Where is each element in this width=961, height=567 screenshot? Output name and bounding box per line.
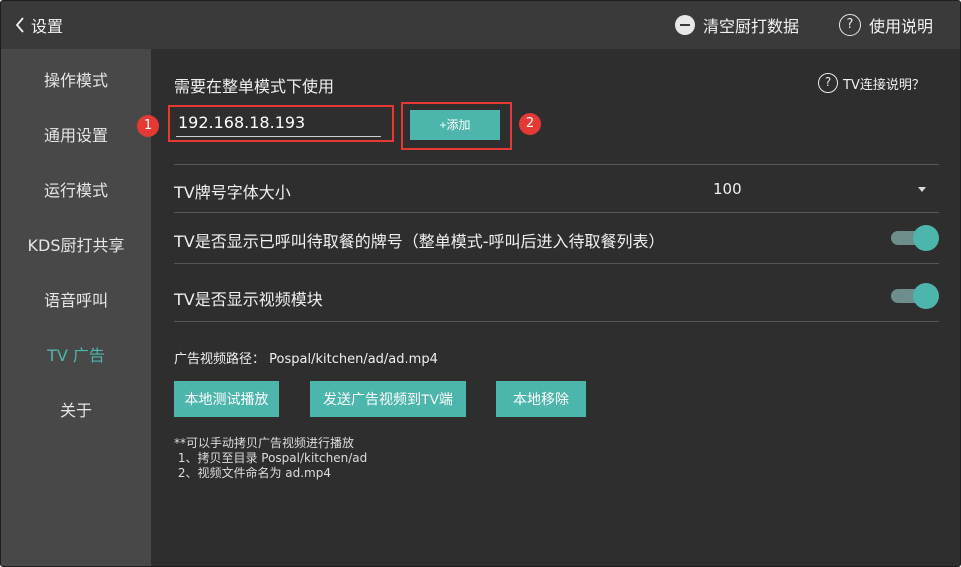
video-path-line: 广告视频路径： Pospal/kitchen/ad/ad.mp4	[174, 348, 438, 367]
sidebar-item-general-settings[interactable]: 通用设置	[1, 121, 151, 151]
show-video-label: TV是否显示视频模块	[174, 290, 323, 309]
main-content: 需要在整单模式下使用 ? TV连接说明？ 1 +添加 2 TV牌号字体大小 10…	[137, 49, 960, 566]
font-size-label: TV牌号字体大小	[174, 183, 291, 202]
section-heading: 需要在整单模式下使用	[174, 77, 335, 96]
toggle-thumb	[913, 225, 939, 251]
clear-data-label: 清空厨打数据	[703, 17, 800, 36]
show-called-label: TV是否显示已呼叫待取餐的牌号（整单模式-呼叫后进入待取餐列表）	[174, 232, 665, 251]
step-badge-1: 1	[137, 115, 159, 137]
app-window: 设置 清空厨打数据 ? 使用说明 操作模式 通用设置 运行模式 KDS厨打共享 …	[0, 0, 961, 567]
dropdown-arrow-icon	[918, 187, 926, 192]
local-remove-button[interactable]: 本地移除	[496, 381, 586, 417]
step-badge-2: 2	[519, 113, 541, 135]
help-button[interactable]: ? 使用说明	[839, 13, 933, 37]
question-circle-icon: ?	[818, 73, 838, 93]
sidebar: 操作模式 通用设置 运行模式 KDS厨打共享 语音呼叫 TV 广告 关于	[1, 49, 151, 566]
toggle-thumb	[913, 283, 939, 309]
sidebar-item-kds-share[interactable]: KDS厨打共享	[1, 231, 151, 261]
ip-highlight-box	[168, 105, 394, 142]
add-highlight-box: +添加	[401, 102, 512, 150]
add-button[interactable]: +添加	[410, 110, 500, 140]
note-line: **可以手动拷贝广告视频进行播放	[174, 436, 355, 450]
divider	[174, 321, 939, 322]
tv-connect-help-link[interactable]: ? TV连接说明？	[818, 73, 925, 93]
clear-data-button[interactable]: 清空厨打数据	[675, 13, 799, 37]
video-path-value: Pospal/kitchen/ad/ad.mp4	[269, 352, 438, 367]
question-circle-icon: ?	[839, 14, 861, 36]
sidebar-item-operation-mode[interactable]: 操作模式	[1, 66, 151, 96]
font-size-select[interactable]: 100	[713, 177, 931, 203]
top-bar: 设置 清空厨打数据 ? 使用说明	[1, 1, 960, 49]
show-video-toggle[interactable]	[891, 283, 939, 309]
sidebar-item-run-mode[interactable]: 运行模式	[1, 176, 151, 206]
back-button[interactable]: 设置	[15, 12, 63, 38]
ip-address-input[interactable]	[176, 109, 381, 137]
note-line: 2、视频文件命名为 ad.mp4	[174, 466, 331, 480]
page-title: 设置	[31, 17, 64, 36]
font-size-value: 100	[713, 180, 742, 198]
divider	[174, 212, 939, 213]
help-label: 使用说明	[869, 17, 934, 36]
sidebar-item-about[interactable]: 关于	[1, 396, 151, 426]
chevron-left-icon	[15, 17, 24, 33]
sidebar-item-voice-call[interactable]: 语音呼叫	[1, 286, 151, 316]
minus-circle-icon	[675, 15, 695, 35]
video-path-label: 广告视频路径：	[174, 352, 266, 367]
divider	[174, 263, 939, 264]
send-to-tv-button[interactable]: 发送广告视频到TV端	[310, 381, 466, 417]
sidebar-item-tv-ad[interactable]: TV 广告	[1, 341, 151, 371]
local-play-button[interactable]: 本地测试播放	[174, 381, 279, 417]
show-called-toggle[interactable]	[891, 225, 939, 251]
divider	[174, 164, 939, 165]
tv-connect-help-label: TV连接说明？	[843, 77, 925, 93]
note-line: 1、拷贝至目录 Pospal/kitchen/ad	[174, 451, 368, 465]
